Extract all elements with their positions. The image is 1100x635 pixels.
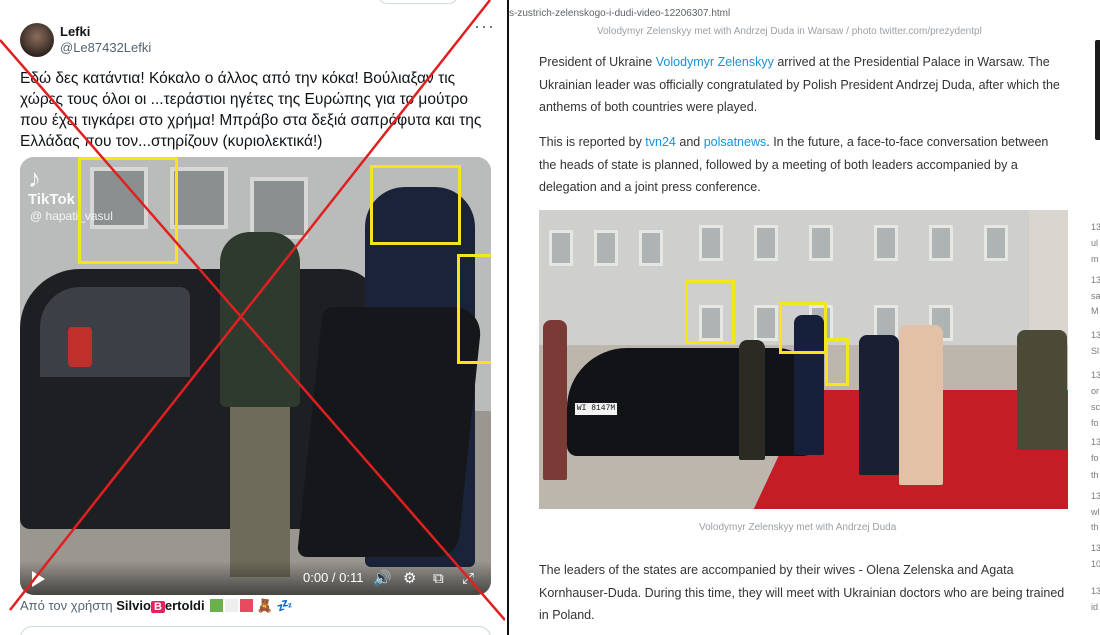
sidebar-item-time: 13 xyxy=(1091,491,1100,501)
link-zelenskyy[interactable]: Volodymyr Zelenskyy xyxy=(656,55,774,69)
palace-window xyxy=(549,230,573,266)
cross-out-mark xyxy=(0,0,505,621)
person-agata xyxy=(899,325,943,485)
link-polsatnews[interactable]: polsatnews xyxy=(704,135,767,149)
page-url[interactable]: s-zustrich-zelenskogo-i-dudi-video-12206… xyxy=(509,8,730,19)
sidebar-item-time: 13 xyxy=(1091,275,1100,285)
palace-window xyxy=(874,225,898,261)
highlight-box xyxy=(685,280,735,344)
palace-window xyxy=(639,230,663,266)
p1-text-a: President of Ukraine xyxy=(539,55,656,69)
sidebar-item-title[interactable]: 10 xyxy=(1091,559,1100,570)
license-plate: WI 8147M xyxy=(575,403,617,415)
article-panel: s-zustrich-zelenskogo-i-dudi-video-12206… xyxy=(507,0,1100,635)
sidebar-thumbnail-partial[interactable] xyxy=(1095,40,1100,140)
palace-window xyxy=(594,230,618,266)
sidebar-item-title[interactable]: wl xyxy=(1091,507,1100,518)
sidebar-item-title[interactable]: id xyxy=(1091,602,1100,613)
palace-window xyxy=(754,305,778,341)
top-photo-caption: Volodymyr Zelenskyy met with Andrzej Dud… xyxy=(597,26,982,37)
article-paragraph-2: This is reported by tvn24 and polsatnews… xyxy=(539,131,1069,199)
p2-text-mid: and xyxy=(675,135,704,149)
link-tvn24[interactable]: tvn24 xyxy=(645,135,676,149)
photo-caption: Volodymyr Zelenskyy met with Andrzej Dud… xyxy=(699,522,897,533)
limousine xyxy=(567,348,817,456)
person-zelenskyy xyxy=(739,340,765,460)
p2-text-a: This is reported by xyxy=(539,135,646,149)
sidebar-item-title[interactable]: Sl xyxy=(1091,346,1100,357)
sidebar-item-time: 13 xyxy=(1091,222,1100,232)
cross-line-a xyxy=(0,39,505,621)
person-duda xyxy=(859,335,899,475)
sidebar-item-title[interactable]: M xyxy=(1091,306,1100,317)
sidebar-item-title[interactable]: sa xyxy=(1091,291,1100,302)
article-photo: WI 8147M xyxy=(539,210,1068,509)
sidebar-item-title[interactable]: sc xyxy=(1091,402,1100,413)
sidebar-item-title[interactable]: or xyxy=(1091,386,1100,397)
sidebar-item-time: 13 xyxy=(1091,330,1100,340)
sidebar-item-time: 13 xyxy=(1091,586,1100,596)
sidebar-item-title[interactable]: fo xyxy=(1091,453,1100,464)
palace-window xyxy=(984,225,1008,261)
article-paragraph-3: The leaders of the states are accompanie… xyxy=(539,563,1065,622)
tweet-panel: Lefki @Le87432Lefki ··· Εδώ δες κατάντια… xyxy=(0,0,505,635)
palace-window xyxy=(699,225,723,261)
sidebar-item-title[interactable]: ul xyxy=(1091,238,1100,249)
sidebar-item-title[interactable]: m xyxy=(1091,254,1100,265)
person-olena xyxy=(543,320,567,480)
sidebar-item-time: 13 xyxy=(1091,437,1100,447)
palace-window xyxy=(929,225,953,261)
sidebar-item-time: 13 xyxy=(1091,370,1100,380)
sidebar-item-title[interactable]: fo xyxy=(1091,418,1100,429)
sidebar-item-title[interactable]: th xyxy=(1091,470,1100,481)
palace-window xyxy=(754,225,778,261)
highlight-box xyxy=(825,338,849,386)
highlight-box xyxy=(779,302,827,354)
sidebar-item-title[interactable]: th xyxy=(1091,522,1100,533)
palace-window xyxy=(809,225,833,261)
article-paragraph-1: President of Ukraine Volodymyr Zelenskyy… xyxy=(539,51,1069,119)
honor-guard xyxy=(1017,330,1067,450)
sidebar-item-time: 13 xyxy=(1091,543,1100,553)
